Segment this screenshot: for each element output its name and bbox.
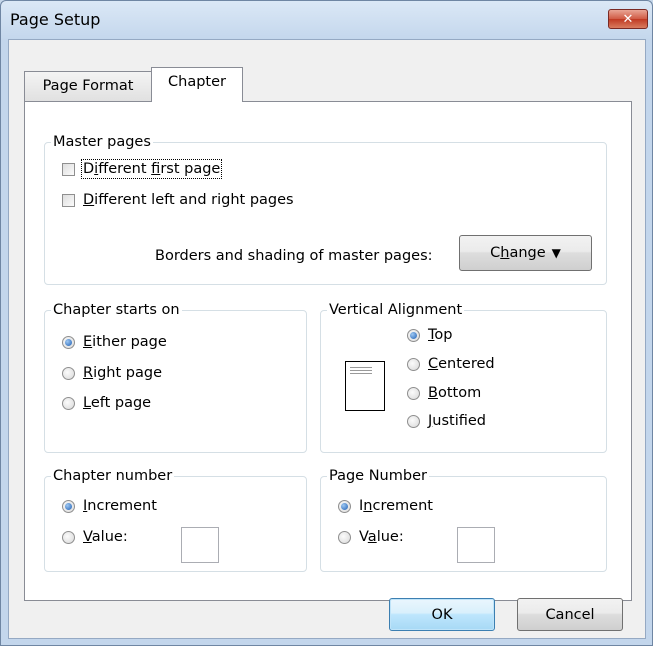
radio-button[interactable] [62, 335, 75, 349]
chapter-increment-radio[interactable]: Increment [62, 496, 157, 516]
page-value-radio[interactable]: Value: [338, 527, 404, 547]
different-first-page-checkbox[interactable]: Different first page [62, 159, 223, 179]
radio-button[interactable] [338, 530, 351, 544]
window-title: Page Setup [10, 10, 101, 29]
radio-button[interactable] [338, 499, 351, 513]
top-radio[interactable]: Top [407, 325, 452, 345]
tab-chapter[interactable]: Chapter [151, 67, 243, 102]
radio-button[interactable] [62, 530, 75, 544]
dialog-client-area: Page Format Chapter Master pages Differe… [8, 39, 646, 639]
radio-label: Increment [359, 498, 433, 514]
either-page-radio[interactable]: Either page [62, 332, 167, 352]
left-page-radio[interactable]: Left page [62, 393, 151, 413]
radio-label: Left page [83, 395, 152, 411]
centered-radio[interactable]: Centered [407, 354, 495, 374]
button-label: Change [490, 245, 546, 261]
radio-button[interactable] [62, 396, 75, 410]
radio-button[interactable] [62, 499, 75, 513]
radio-label: Centered [428, 356, 495, 372]
group-legend: Chapter starts on [51, 301, 182, 319]
tab-label: Chapter [168, 74, 226, 90]
chapter-number-group: Chapter number Increment Value: [44, 467, 307, 572]
chapter-tab-panel: Master pages Different first page Differ… [24, 101, 632, 601]
vertical-alignment-group: Vertical Alignment Top Centered Bottom J… [320, 301, 607, 453]
checkbox-label: Different first page [80, 159, 223, 179]
chapter-starts-on-group: Chapter starts on Either page Right page… [44, 301, 307, 453]
group-legend: Page Number [327, 467, 429, 485]
borders-shading-label: Borders and shading of master pages: [155, 248, 433, 264]
button-label: OK [431, 606, 453, 623]
ok-button[interactable]: OK [389, 598, 495, 631]
master-pages-group: Master pages Different first page Differ… [44, 133, 607, 285]
checkbox-box[interactable] [62, 193, 75, 207]
chapter-value-field[interactable] [181, 527, 219, 563]
radio-label: Increment [83, 498, 157, 514]
justified-radio[interactable]: Justified [407, 411, 486, 431]
button-label: Cancel [545, 606, 595, 623]
radio-label: Justified [428, 413, 486, 429]
page-setup-dialog: Page Setup ✕ Page Format Chapter Master … [0, 0, 653, 646]
page-preview-icon [345, 361, 385, 411]
radio-button[interactable] [407, 357, 420, 371]
radio-button[interactable] [407, 386, 420, 400]
close-icon: ✕ [622, 11, 634, 27]
change-button[interactable]: Change ▼ [459, 235, 592, 271]
checkbox-box[interactable] [62, 162, 75, 176]
radio-label: Either page [83, 334, 167, 350]
tab-page-format[interactable]: Page Format [24, 71, 152, 101]
radio-button[interactable] [407, 414, 420, 428]
different-left-right-checkbox[interactable]: Different left and right pages [62, 190, 294, 210]
checkbox-label: Different left and right pages [83, 192, 294, 208]
group-legend: Vertical Alignment [327, 301, 465, 319]
bottom-radio[interactable]: Bottom [407, 383, 481, 403]
radio-label: Top [428, 327, 453, 343]
radio-label: Bottom [428, 385, 482, 401]
title-bar[interactable]: Page Setup ✕ [1, 1, 652, 39]
page-increment-radio[interactable]: Increment [338, 496, 433, 516]
radio-button[interactable] [62, 366, 75, 380]
page-value-field[interactable] [457, 527, 495, 563]
radio-label: Right page [83, 365, 163, 381]
cancel-button[interactable]: Cancel [517, 598, 623, 631]
radio-label: Value: [359, 529, 404, 545]
dropdown-arrow-icon: ▼ [551, 246, 561, 260]
radio-label: Value: [83, 529, 128, 545]
page-number-group: Page Number Increment Value: [320, 467, 607, 572]
tab-label: Page Format [42, 78, 134, 94]
chapter-value-radio[interactable]: Value: [62, 527, 128, 547]
close-button[interactable]: ✕ [608, 9, 648, 29]
right-page-radio[interactable]: Right page [62, 363, 162, 383]
radio-button[interactable] [407, 328, 420, 342]
group-legend: Chapter number [51, 467, 175, 485]
group-legend: Master pages [51, 133, 153, 151]
